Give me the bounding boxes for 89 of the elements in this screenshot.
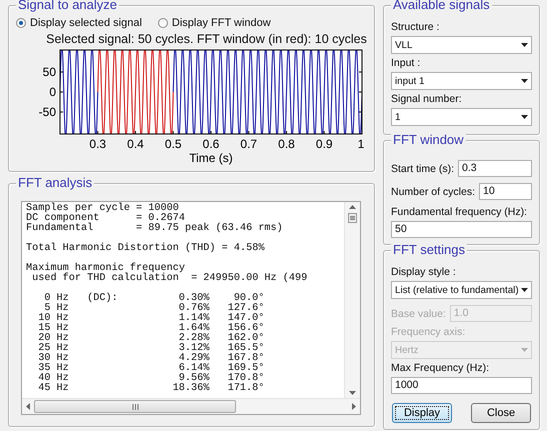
phase-value: 170.8° — [226, 374, 264, 384]
vertical-scrollbar[interactable] — [344, 202, 360, 398]
field-label: Frequency axis: — [391, 326, 466, 338]
field-label: Number of cycles: — [391, 186, 476, 198]
magnitude-value: 9.56% — [178, 374, 210, 384]
dropdown-arrow-icon[interactable] — [521, 115, 528, 119]
axis-title: Time (s) — [189, 151, 233, 165]
result-line: used for THD calculation = 249950.00 Hz (499 — [31, 274, 308, 284]
scroll-left-icon[interactable] — [26, 403, 30, 410]
action-button[interactable]: Close — [471, 403, 531, 423]
frequency-value: 30 Hz — [37, 354, 69, 364]
axis-tick-label: 0.6 — [202, 137, 220, 151]
phase-value: 147.0° — [226, 314, 264, 324]
radio-button[interactable] — [16, 18, 26, 28]
dropdown[interactable]: 1 — [391, 108, 532, 126]
input-field[interactable]: 50 — [391, 221, 532, 238]
scroll-grip-icon[interactable] — [132, 404, 138, 410]
field-label: Signal number: — [391, 93, 463, 105]
field-label: Base value: — [391, 308, 446, 320]
radio-label: Display selected signal — [30, 17, 142, 29]
phase-value: 90.0° — [234, 294, 264, 304]
axis-tick-label: 0.9 — [316, 137, 333, 151]
frequency-value: 40 Hz — [37, 374, 69, 384]
result-line: Fundamental = 89.75 peak (63.46 rms) — [26, 224, 284, 234]
field-label: Structure : — [391, 21, 440, 33]
dropdown[interactable]: List (relative to fundamental) — [391, 281, 532, 299]
plot-title: Selected signal: 50 cycles. FFT window (in red): 10 cycles — [45, 32, 367, 46]
axis-tick-label: 0.7 — [240, 137, 258, 151]
axis-tick-label: 0.5 — [164, 137, 182, 151]
dropdown-arrow-icon[interactable] — [521, 288, 528, 292]
group-title: FFT settings — [391, 242, 468, 258]
field-label: Input : — [391, 57, 422, 69]
field-label: Fundamental frequency (Hz): — [391, 206, 528, 218]
axis-tick-label: 50 — [42, 65, 56, 79]
field-label: Max Frequency (Hz): — [391, 362, 490, 374]
magnitude-value: 0.30% — [178, 294, 210, 304]
frequency-value: 0 Hz — [43, 294, 69, 304]
horizontal-scrollbar[interactable] — [22, 398, 360, 414]
magnitude-value: 0.76% — [178, 304, 210, 314]
magnitude-value: 6.14% — [178, 364, 210, 374]
scroll-down-icon[interactable] — [349, 391, 356, 395]
frequency-value: 35 Hz — [37, 364, 69, 374]
frequency-value: 5 Hz — [44, 304, 69, 314]
dropdown-arrow-icon[interactable] — [521, 43, 528, 47]
magnitude-value: 4.29% — [178, 354, 210, 364]
axis-tick-label: 0 — [49, 85, 56, 99]
phase-value: 156.6° — [226, 324, 264, 334]
input-field[interactable]: 10 — [479, 183, 532, 200]
axis-tick-label: -50 — [38, 105, 56, 119]
magnitude-value: 2.28% — [178, 334, 210, 344]
magnitude-value: 1.64% — [178, 324, 210, 334]
magnitude-value: 1.14% — [178, 314, 210, 324]
phase-value: 162.0° — [226, 334, 264, 344]
scroll-right-icon[interactable] — [352, 403, 356, 410]
axis-tick-label: 0.3 — [89, 137, 106, 151]
dropdown-arrow-icon[interactable] — [521, 79, 528, 83]
field-label: Display style : — [391, 266, 457, 278]
frequency-value: 25 Hz — [37, 344, 69, 354]
scroll-thumb-icon[interactable] — [348, 213, 357, 223]
phase-value: 167.8° — [226, 354, 264, 364]
action-button[interactable]: Display — [392, 403, 452, 423]
input-field[interactable]: 0.3 — [458, 160, 532, 177]
frequency-value: 15 Hz — [37, 324, 69, 334]
dc-label: (DC): — [86, 294, 119, 304]
magnitude-value: 18.36% — [172, 384, 210, 394]
results-text-box[interactable] — [21, 201, 361, 415]
radio-label: Display FFT window — [172, 17, 271, 29]
frequency-value: 45 Hz — [37, 384, 69, 394]
axis-tick-label: 1 — [358, 137, 364, 151]
input-field[interactable]: 1000 — [391, 377, 532, 394]
phase-value: 127.6° — [226, 304, 264, 314]
axis-tick-label: 0.4 — [127, 137, 144, 151]
phase-value: 171.8° — [226, 384, 264, 394]
axis-tick-label: 0.8 — [278, 137, 295, 151]
result-line: Maximum harmonic frequency — [26, 264, 186, 274]
result-line: Samples per cycle = 10000 — [26, 204, 179, 214]
result-line: DC component = 0.2674 — [26, 214, 186, 224]
magnitude-value: 3.12% — [178, 344, 210, 354]
phase-value: 165.5° — [226, 344, 264, 354]
scroll-up-icon[interactable] — [349, 205, 356, 209]
frequency-value: 20 Hz — [37, 334, 69, 344]
radio-button[interactable] — [158, 18, 168, 28]
dropdown[interactable]: input 1 — [391, 72, 532, 90]
group-title: FFT analysis — [16, 175, 94, 191]
result-line: Total Harmonic Distortion (THD) = 4.58% — [26, 244, 266, 254]
frequency-value: 10 Hz — [37, 314, 69, 324]
dropdown[interactable]: VLL — [391, 36, 532, 54]
phase-value: 169.5° — [226, 364, 264, 374]
field-label: Start time (s): — [391, 162, 454, 174]
